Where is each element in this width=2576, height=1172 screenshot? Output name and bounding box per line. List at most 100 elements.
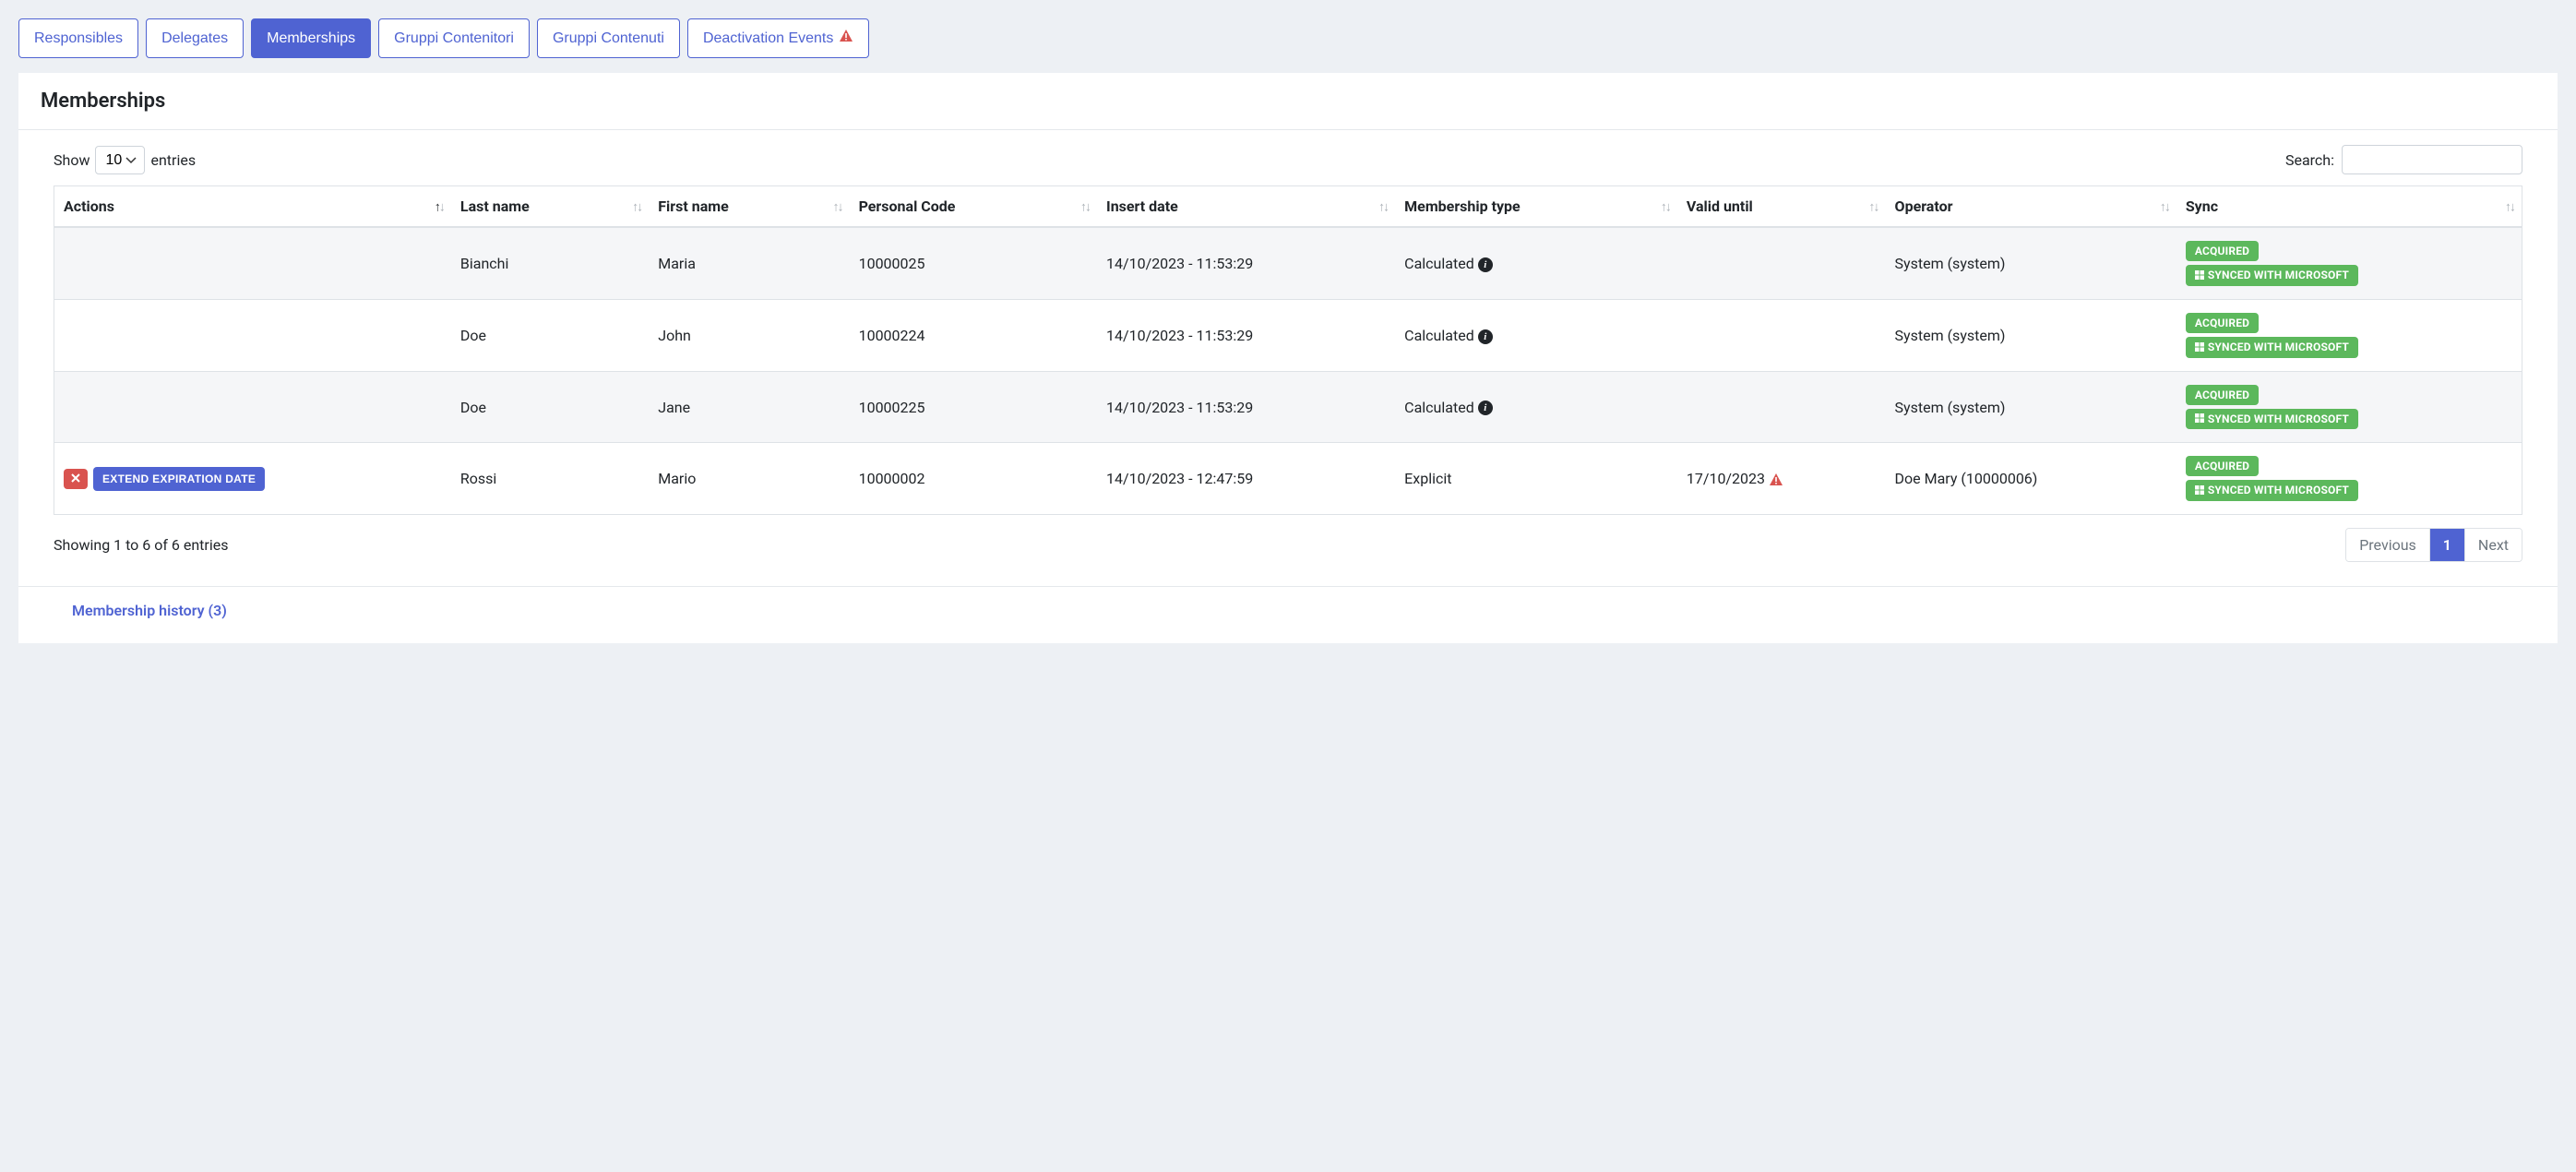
search-control: Search: [2285,145,2522,174]
cell-sync: ACQUIRED SYNCED WITH MICROSOFT [2176,227,2522,299]
status-badge-synced: SYNCED WITH MICROSOFT [2186,409,2358,430]
col-personal-code[interactable]: Personal Code↑↓ [850,186,1097,228]
cell-valid-until [1677,371,1886,443]
memberships-table: Actions↑↓ Last name↑↓ First name↑↓ Perso… [54,185,2522,515]
cell-operator: System (system) [1886,371,2176,443]
cell-actions [54,299,451,371]
microsoft-icon [2195,269,2204,282]
sort-icon: ↑↓ [1378,198,1388,214]
cell-operator: Doe Mary (10000006) [1886,443,2176,515]
extend-expiration-button[interactable]: EXTEND EXPIRATION DATE [93,467,265,491]
tab-delegates[interactable]: Delegates [146,18,244,58]
close-icon [71,472,80,485]
cell-first-name: Mario [649,443,849,515]
table-row: BianchiMaria1000002514/10/2023 - 11:53:2… [54,227,2522,299]
sort-icon: ↑↓ [1661,198,1670,214]
pagination-next[interactable]: Next [2464,529,2522,561]
tab-label: Gruppi Contenitori [394,30,514,47]
tab-deactivation-events[interactable]: Deactivation Events [687,18,869,58]
pagination-page[interactable]: 1 [2429,529,2464,561]
tab-label: Deactivation Events [703,30,833,47]
info-icon[interactable]: i [1478,257,1493,272]
cell-first-name: Jane [649,371,849,443]
membership-history-link[interactable]: Membership history (3) [18,587,2558,643]
microsoft-icon [2195,341,2204,354]
cell-insert-date: 14/10/2023 - 11:53:29 [1097,371,1395,443]
status-badge-synced: SYNCED WITH MICROSOFT [2186,480,2358,501]
cell-insert-date: 14/10/2023 - 12:47:59 [1097,443,1395,515]
cell-actions: EXTEND EXPIRATION DATE [54,443,451,515]
tab-label: Responsibles [34,30,123,47]
cell-membership-type: Explicit [1395,443,1677,515]
tab-responsibles[interactable]: Responsibles [18,18,138,58]
status-badge-acquired: ACQUIRED [2186,313,2259,333]
sort-icon: ↑↓ [1080,198,1090,214]
cell-membership-type: Calculatedi [1395,371,1677,443]
tab-gruppi-contenitori[interactable]: Gruppi Contenitori [378,18,530,58]
tab-gruppi-contenuti[interactable]: Gruppi Contenuti [537,18,680,58]
status-badge-synced: SYNCED WITH MICROSOFT [2186,265,2358,286]
col-last-name[interactable]: Last name↑↓ [451,186,649,228]
search-label: Search: [2285,151,2334,169]
table-row: EXTEND EXPIRATION DATERossiMario10000002… [54,443,2522,515]
cell-first-name: Maria [649,227,849,299]
cell-valid-until [1677,227,1886,299]
info-icon[interactable]: i [1478,401,1493,415]
cell-personal-code: 10000025 [850,227,1097,299]
cell-membership-type: Calculatedi [1395,299,1677,371]
status-badge-acquired: ACQUIRED [2186,456,2259,476]
cell-first-name: John [649,299,849,371]
cell-last-name: Doe [451,299,649,371]
pagination-previous[interactable]: Previous [2346,529,2429,561]
col-actions[interactable]: Actions↑↓ [54,186,451,228]
cell-last-name: Doe [451,371,649,443]
warning-triangle-icon [1769,472,1783,487]
status-badge-acquired: ACQUIRED [2186,385,2259,405]
cell-valid-until: 17/10/2023 [1677,443,1886,515]
sort-icon: ↑↓ [833,198,842,214]
col-sync[interactable]: Sync↑↓ [2176,186,2522,228]
sort-icon: ↑↓ [435,198,444,214]
table-row: DoeJohn1000022414/10/2023 - 11:53:29Calc… [54,299,2522,371]
length-post-label: entries [150,151,196,169]
cell-sync: ACQUIRED SYNCED WITH MICROSOFT [2176,443,2522,515]
col-membership-type[interactable]: Membership type↑↓ [1395,186,1677,228]
cell-personal-code: 10000224 [850,299,1097,371]
status-badge-synced: SYNCED WITH MICROSOFT [2186,337,2358,358]
delete-button[interactable] [64,469,88,489]
cell-valid-until [1677,299,1886,371]
tab-memberships[interactable]: Memberships [251,18,371,58]
cell-personal-code: 10000225 [850,371,1097,443]
col-valid-until[interactable]: Valid until↑↓ [1677,186,1886,228]
status-badge-acquired: ACQUIRED [2186,241,2259,261]
sort-icon: ↑↓ [2160,198,2169,214]
col-insert-date[interactable]: Insert date↑↓ [1097,186,1395,228]
col-first-name[interactable]: First name↑↓ [649,186,849,228]
pagination: Previous1Next [2345,528,2522,562]
warning-triangle-icon [839,29,853,48]
tab-bar: Responsibles DelegatesMemberships Gruppi C… [18,18,2558,58]
cell-last-name: Rossi [451,443,649,515]
table-footer: Showing 1 to 6 of 6 entries Previous1Nex… [18,515,2558,587]
table-info: Showing 1 to 6 of 6 entries [54,536,228,554]
col-operator[interactable]: Operator↑↓ [1886,186,2176,228]
card-body: Show 10 entries Search: Actions↑↓ Last n… [18,130,2558,643]
info-icon[interactable]: i [1478,329,1493,344]
cell-actions [54,371,451,443]
cell-operator: System (system) [1886,299,2176,371]
cell-last-name: Bianchi [451,227,649,299]
cell-insert-date: 14/10/2023 - 11:53:29 [1097,299,1395,371]
sort-icon: ↑↓ [632,198,641,214]
microsoft-icon [2195,413,2204,425]
cell-sync: ACQUIRED SYNCED WITH MICROSOFT [2176,299,2522,371]
length-control: Show 10 entries [54,146,196,174]
search-input[interactable] [2342,145,2522,174]
table-row: DoeJane1000022514/10/2023 - 11:53:29Calc… [54,371,2522,443]
page-title: Memberships [18,73,2558,130]
table-controls: Show 10 entries Search: [18,130,2558,185]
sort-icon: ↑↓ [1869,198,1878,214]
cell-membership-type: Calculatedi [1395,227,1677,299]
page-length-select[interactable]: 10 [95,146,145,174]
memberships-card: Memberships Show 10 entries Search: Acti… [18,73,2558,643]
cell-operator: System (system) [1886,227,2176,299]
